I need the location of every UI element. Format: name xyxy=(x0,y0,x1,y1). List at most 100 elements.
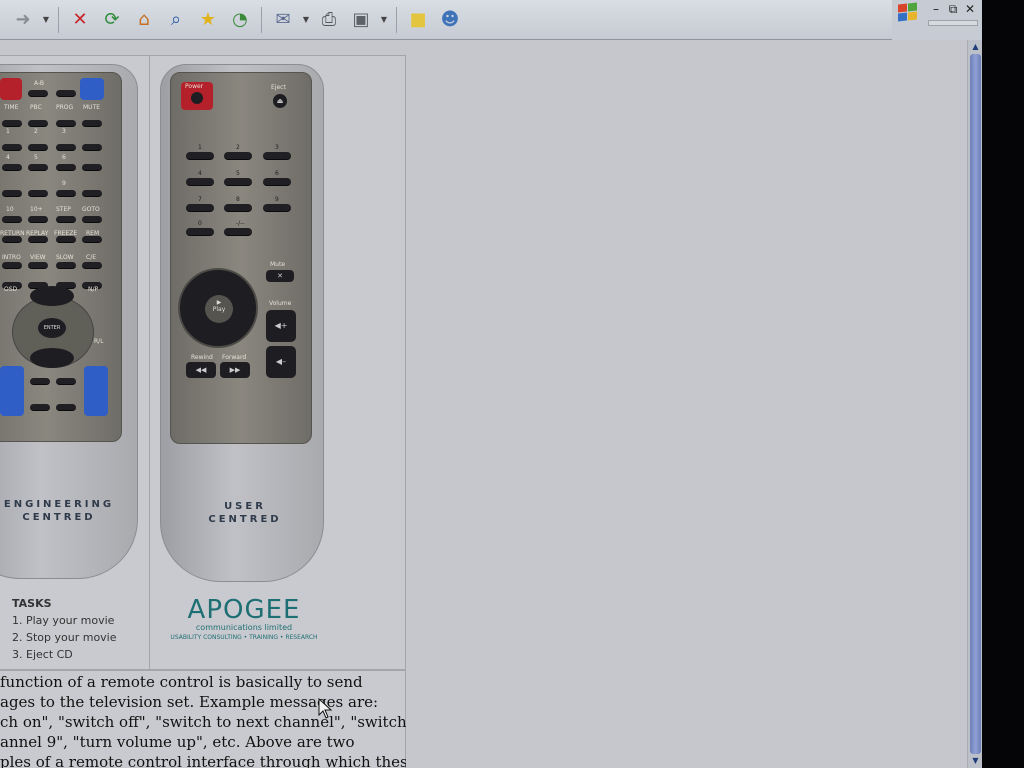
messenger-icon[interactable]: ☻ xyxy=(437,7,463,33)
favorites-icon[interactable]: ★ xyxy=(195,7,221,33)
keypad-button[interactable] xyxy=(82,236,102,243)
back-icon[interactable]: ➜ xyxy=(10,7,36,33)
user-centred-label: USER CENTRED xyxy=(170,500,320,526)
keypad-button[interactable] xyxy=(2,216,22,223)
key-label: 10+ xyxy=(30,206,43,213)
keypad-button[interactable] xyxy=(82,164,102,171)
number-key-button[interactable] xyxy=(224,152,252,160)
print-icon[interactable]: ⎙ xyxy=(316,7,342,33)
number-key-button[interactable] xyxy=(186,178,214,186)
play-button[interactable]: ▶ Play xyxy=(205,295,233,323)
toolbar-separator xyxy=(261,6,262,33)
engineering-centred-label: ENGINEERING CENTRED xyxy=(0,498,118,524)
chevron-down-icon[interactable]: ▼ xyxy=(380,15,388,24)
stop-icon[interactable]: ✕ xyxy=(67,7,93,33)
keypad-button[interactable] xyxy=(28,216,48,223)
ab-button[interactable] xyxy=(28,90,48,97)
power-button[interactable] xyxy=(0,78,22,100)
number-key-button[interactable] xyxy=(263,178,291,186)
keypad-button[interactable] xyxy=(82,190,102,197)
vol-button[interactable] xyxy=(84,366,108,416)
number-key-button[interactable] xyxy=(186,204,214,212)
number-key-label: 3 xyxy=(275,144,279,151)
keypad-button[interactable] xyxy=(2,236,22,243)
keypad-button[interactable] xyxy=(2,164,22,171)
key-label: GOTO xyxy=(82,206,100,213)
keypad-button[interactable] xyxy=(56,262,76,269)
forward-button[interactable] xyxy=(56,378,76,385)
keypad-button[interactable] xyxy=(28,120,48,127)
keypad-button[interactable] xyxy=(82,216,102,223)
key-label: 4 xyxy=(6,154,10,161)
number-key-button[interactable] xyxy=(186,228,214,236)
rewind-button[interactable]: ◀◀ xyxy=(186,362,216,378)
number-key-label: -/-- xyxy=(236,220,245,227)
keypad-button[interactable] xyxy=(2,262,22,269)
enter-button[interactable]: ENTER xyxy=(38,318,66,338)
minimize-icon[interactable]: – xyxy=(928,2,944,16)
dpad-down-button[interactable] xyxy=(30,348,74,368)
scroll-down-icon[interactable]: ▼ xyxy=(968,754,983,768)
keypad-button[interactable] xyxy=(28,262,48,269)
key-label: OSD xyxy=(4,286,18,293)
keypad-button[interactable] xyxy=(82,144,102,151)
rewind-label: Rewind xyxy=(191,354,213,361)
vertical-scrollbar[interactable]: ▲ ▼ xyxy=(967,40,982,768)
history-icon[interactable]: ◔ xyxy=(227,7,253,33)
number-key-label: 9 xyxy=(275,196,279,203)
mail-icon[interactable]: ✉ xyxy=(270,7,296,33)
number-key-button[interactable] xyxy=(224,178,252,186)
scroll-thumb[interactable] xyxy=(970,54,981,754)
refresh-icon[interactable]: ⟳ xyxy=(99,7,125,33)
number-key-button[interactable] xyxy=(263,152,291,160)
eject-button[interactable]: ⏏ xyxy=(273,94,287,108)
keypad-button[interactable] xyxy=(2,144,22,151)
scroll-up-icon[interactable]: ▲ xyxy=(968,40,983,54)
mute-button[interactable]: ✕ xyxy=(266,270,294,282)
keypad-button[interactable] xyxy=(28,190,48,197)
keypad-button[interactable] xyxy=(56,190,76,197)
open-button[interactable] xyxy=(80,78,104,100)
ch-button[interactable] xyxy=(0,366,24,416)
keypad-button[interactable] xyxy=(28,144,48,151)
number-key-button[interactable] xyxy=(224,204,252,212)
search-icon[interactable]: ⌕ xyxy=(163,7,189,33)
key-button[interactable] xyxy=(56,90,76,97)
volume-up-button[interactable]: ◀+ xyxy=(266,310,296,342)
keypad-button[interactable] xyxy=(56,120,76,127)
close-icon[interactable]: ✕ xyxy=(962,2,978,16)
chevron-down-icon[interactable]: ▼ xyxy=(42,15,50,24)
power-button[interactable]: Power xyxy=(181,82,213,110)
next-button[interactable] xyxy=(56,404,76,411)
body-line: ages to the television set. Example mess… xyxy=(0,693,379,711)
key-label: STEP xyxy=(56,206,71,213)
keypad-button[interactable] xyxy=(56,144,76,151)
brand-line: CENTRED xyxy=(22,512,96,523)
forward-button[interactable]: ▶▶ xyxy=(220,362,250,378)
keypad-button[interactable] xyxy=(2,190,22,197)
keypad-button[interactable] xyxy=(56,216,76,223)
keypad-button[interactable] xyxy=(82,262,102,269)
number-key-button[interactable] xyxy=(224,228,252,236)
number-key-button[interactable] xyxy=(186,152,214,160)
prev-button[interactable] xyxy=(30,404,50,411)
dpad-up-button[interactable] xyxy=(30,286,74,306)
rewind-button[interactable] xyxy=(30,378,50,385)
restore-icon[interactable]: ⧉ xyxy=(945,2,961,16)
keypad-button[interactable] xyxy=(56,164,76,171)
keypad-button[interactable] xyxy=(56,236,76,243)
key-label: 6 xyxy=(62,154,66,161)
notes-icon[interactable]: ■ xyxy=(405,7,431,33)
volume-down-button[interactable]: ◀– xyxy=(266,346,296,378)
keypad-button[interactable] xyxy=(2,120,22,127)
home-icon[interactable]: ⌂ xyxy=(131,7,157,33)
tasks-title: TASKS xyxy=(12,597,52,610)
keypad-button[interactable] xyxy=(82,120,102,127)
task-item: 3. Eject CD xyxy=(12,648,73,661)
window-controls: – ⧉ ✕ xyxy=(892,0,982,40)
number-key-button[interactable] xyxy=(263,204,291,212)
chevron-down-icon[interactable]: ▼ xyxy=(302,15,310,24)
edit-icon[interactable]: ▣ xyxy=(348,7,374,33)
keypad-button[interactable] xyxy=(28,164,48,171)
keypad-button[interactable] xyxy=(28,236,48,243)
